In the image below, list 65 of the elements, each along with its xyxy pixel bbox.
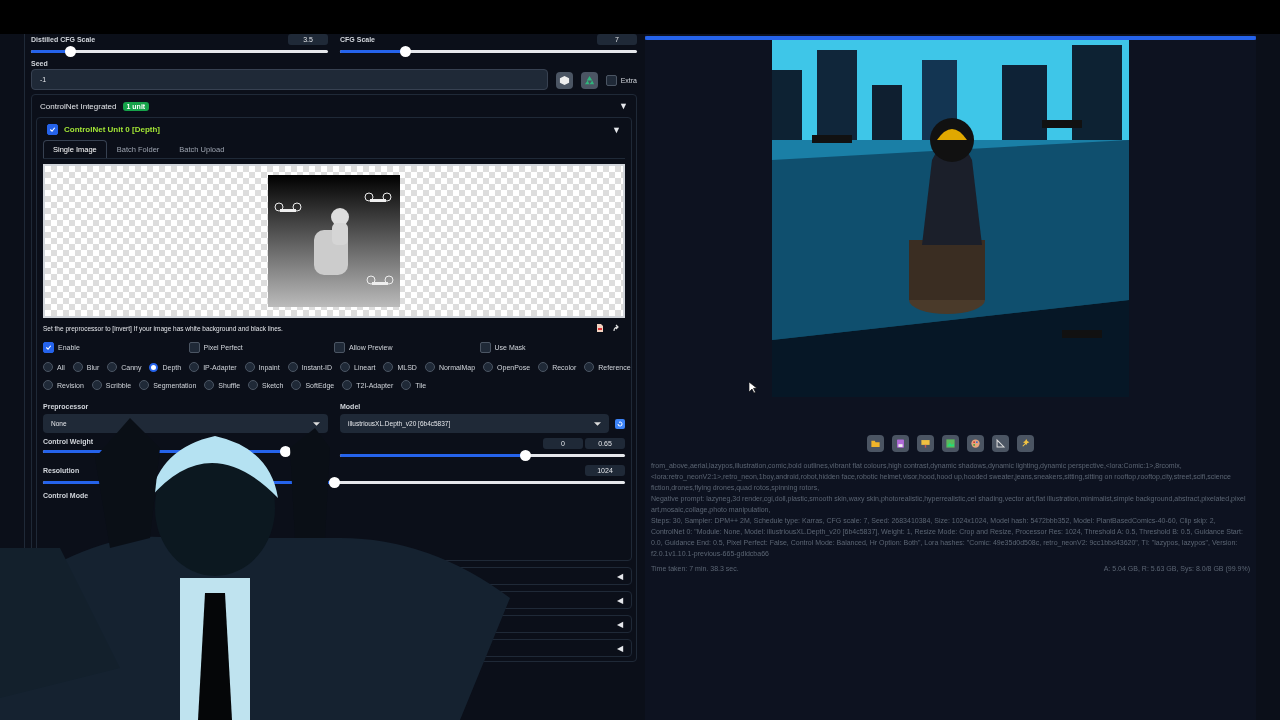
- billboard-icon: [920, 438, 931, 449]
- radio-button[interactable]: [43, 380, 53, 390]
- checkbox[interactable]: [188, 342, 200, 353]
- checkbox[interactable]: [43, 342, 54, 353]
- radio-button[interactable]: [287, 362, 298, 372]
- dice-button[interactable]: [555, 71, 573, 89]
- recycle-button[interactable]: [580, 71, 598, 89]
- cursor-icon: [749, 382, 757, 394]
- palette-button[interactable]: [967, 435, 984, 452]
- rotate-icon[interactable]: [611, 323, 621, 333]
- radio-button[interactable]: [248, 380, 259, 390]
- expand-icon[interactable]: ▼: [619, 101, 628, 111]
- radio-button[interactable]: [424, 362, 435, 372]
- radio-button[interactable]: [43, 362, 53, 372]
- radio-button[interactable]: [204, 380, 215, 390]
- expand-icon[interactable]: ◀: [617, 619, 623, 629]
- set-square-button[interactable]: [992, 435, 1009, 452]
- slider-thumb[interactable]: [64, 46, 76, 57]
- checkbox[interactable]: [479, 342, 491, 353]
- radio-button[interactable]: [91, 380, 102, 390]
- refresh-icon[interactable]: [615, 418, 625, 429]
- magic-wand-button[interactable]: [1017, 435, 1034, 452]
- radio-button[interactable]: [340, 362, 350, 372]
- checkbox[interactable]: [334, 342, 345, 353]
- unit-title: ControlNet Unit 0 [Depth]: [64, 125, 160, 134]
- dice-icon: [558, 74, 570, 86]
- folder-icon: [870, 438, 881, 449]
- slider-thumb[interactable]: [400, 46, 412, 57]
- expand-icon[interactable]: ▼: [612, 124, 621, 135]
- palette-icon: [970, 438, 981, 449]
- billboard-button[interactable]: [917, 435, 934, 452]
- radio-button[interactable]: [189, 362, 200, 372]
- radio-button[interactable]: [401, 380, 412, 390]
- radio-button[interactable]: [342, 380, 353, 390]
- expand-icon[interactable]: ◀: [617, 643, 623, 653]
- radio-button[interactable]: [383, 362, 394, 372]
- check-icon: [45, 344, 52, 351]
- caret-icon: [313, 421, 320, 426]
- folder-button[interactable]: [867, 435, 884, 452]
- save-button[interactable]: [892, 435, 909, 452]
- radio-button[interactable]: [107, 362, 118, 372]
- expand-icon[interactable]: ◀: [617, 595, 623, 605]
- radio-button[interactable]: [72, 362, 83, 372]
- radio-button[interactable]: [149, 362, 159, 372]
- magic-wand-icon: [1020, 438, 1031, 449]
- radio-button[interactable]: [483, 362, 494, 372]
- image-button[interactable]: [942, 435, 959, 452]
- image-dropzone[interactable]: [43, 164, 625, 318]
- radio-button[interactable]: [538, 362, 549, 372]
- radio-button[interactable]: [584, 362, 595, 372]
- slider-thumb[interactable]: [329, 477, 340, 488]
- slider-thumb[interactable]: [520, 450, 532, 461]
- expand-icon[interactable]: ◀: [617, 571, 623, 581]
- radio-button[interactable]: [139, 380, 150, 390]
- radio-button[interactable]: [291, 380, 302, 390]
- check-icon: [49, 126, 56, 133]
- image-icon: [945, 438, 956, 449]
- checkbox[interactable]: [47, 124, 58, 135]
- panel-title: ControlNet Integrated: [40, 101, 117, 111]
- checkbox[interactable]: [605, 74, 617, 86]
- radio-button[interactable]: [244, 362, 255, 372]
- save-icon: [895, 438, 906, 449]
- caret-icon: [594, 421, 601, 426]
- recycle-icon: [583, 74, 595, 86]
- document-icon[interactable]: [595, 323, 605, 333]
